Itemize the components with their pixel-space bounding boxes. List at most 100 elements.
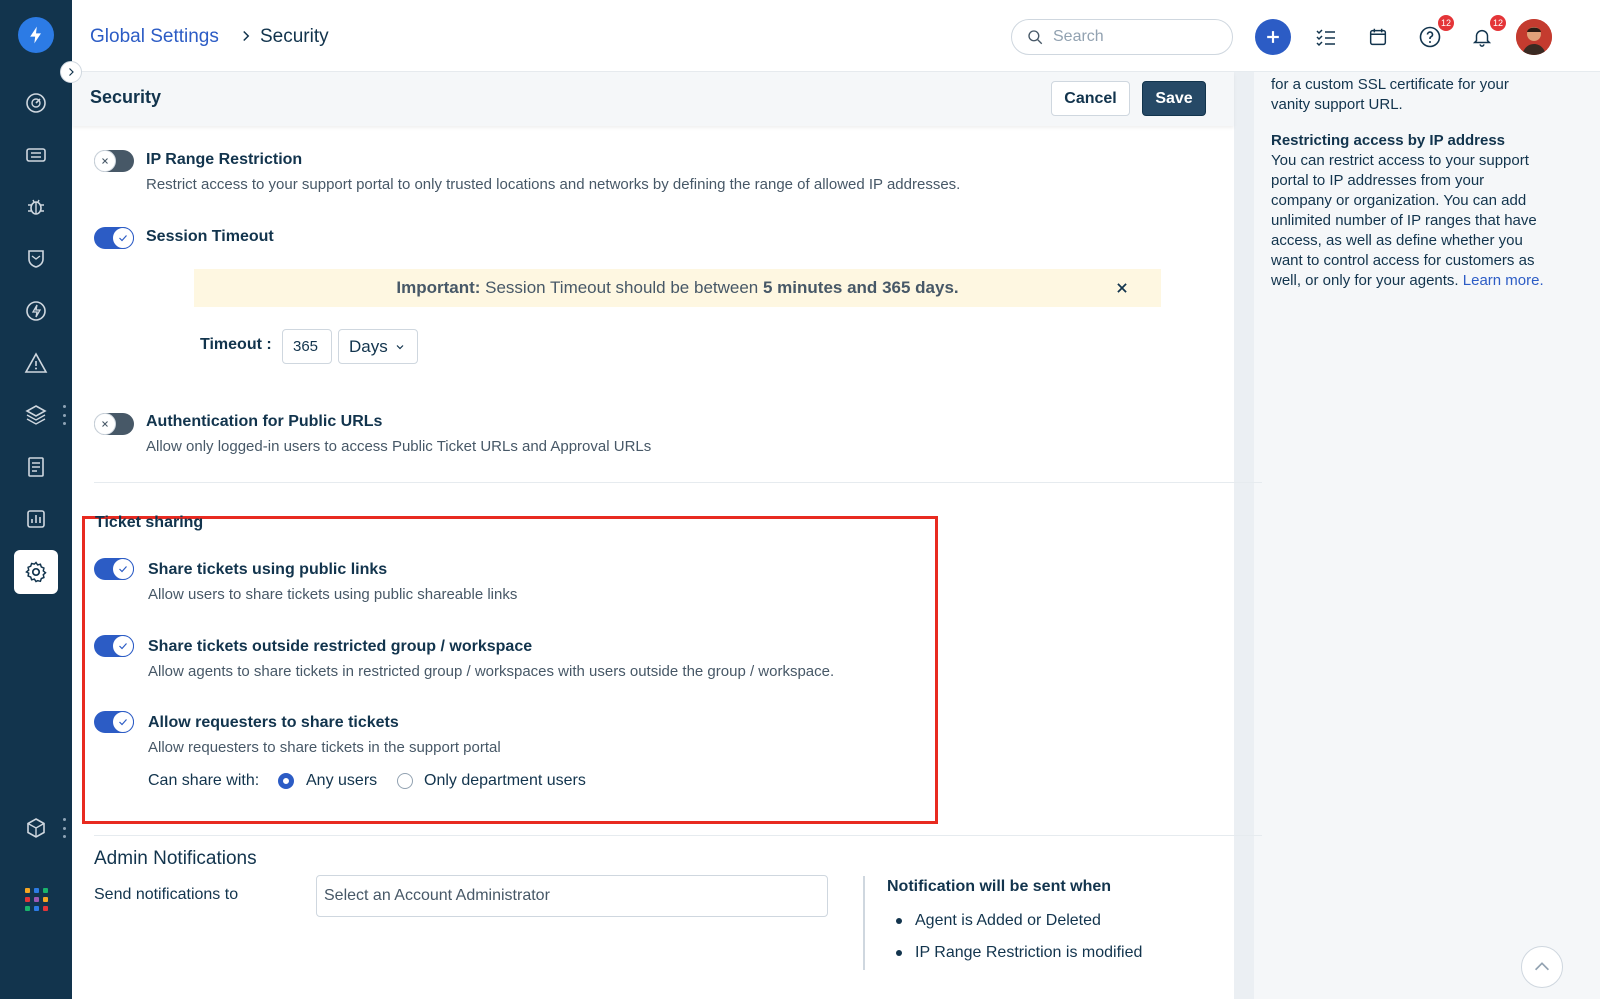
save-button[interactable]: Save — [1142, 81, 1206, 116]
ip-range-title: IP Range Restriction — [146, 151, 303, 168]
help-line: company or organization. You can add — [1271, 192, 1527, 209]
search-input[interactable]: Search — [1011, 19, 1233, 55]
top-bar: Global Settings Security Search 12 12 — [72, 0, 1600, 72]
releases-icon[interactable] — [14, 289, 58, 333]
help-line: unlimited number of IP ranges that have — [1271, 212, 1537, 229]
problems-bug-icon[interactable] — [14, 185, 58, 229]
ticket-sharing-heading: Ticket sharing — [95, 514, 204, 531]
settings-main: Security Cancel Save IP Range Restrictio… — [72, 72, 1262, 999]
pane-divider — [1234, 72, 1254, 999]
share-public-links-title: Share tickets using public links — [148, 561, 388, 578]
session-timeout-alert: Important: Session Timeout should be bet… — [194, 269, 1161, 307]
can-share-label: Can share with: — [148, 772, 260, 789]
notification-event-text: IP Range Restriction is modified — [915, 944, 1143, 961]
help-badge: 12 — [1438, 15, 1454, 31]
notification-event-item: IP Range Restriction is modified — [896, 944, 1142, 962]
sub-header: Security Cancel Save — [72, 72, 1234, 126]
breadcrumb-current: Security — [260, 26, 329, 47]
radio-any-users-label[interactable]: Any users — [306, 772, 377, 790]
notifications-badge: 12 — [1490, 15, 1506, 31]
cancel-button[interactable]: Cancel — [1051, 81, 1130, 116]
calendar-icon[interactable] — [1360, 19, 1396, 55]
more-apps-icon[interactable] — [62, 818, 66, 838]
chevron-up-icon — [1534, 962, 1550, 971]
more-options-icon[interactable] — [62, 405, 66, 425]
product-switcher-icon[interactable] — [25, 888, 48, 911]
session-timeout-toggle[interactable] — [94, 227, 134, 249]
sidebar — [0, 0, 72, 999]
requesters-share-toggle[interactable] — [94, 711, 134, 733]
help-line: for a custom SSL certificate for your — [1271, 76, 1509, 93]
alert-max: 365 days. — [882, 278, 959, 297]
help-line: You can restrict access to your support — [1271, 152, 1529, 169]
close-alert-icon[interactable] — [1113, 279, 1131, 297]
help-line-last: well, or only for your agents. Learn mor… — [1271, 271, 1571, 291]
radio-department-users[interactable] — [397, 773, 413, 789]
help-line: want to control access for customers as — [1271, 252, 1535, 269]
tickets-icon[interactable] — [14, 133, 58, 177]
toggle-check-icon — [112, 711, 134, 733]
alerts-warning-icon[interactable] — [14, 341, 58, 385]
share-public-links-toggle[interactable] — [94, 558, 134, 580]
send-notifications-label: Send notifications to — [94, 886, 239, 903]
share-outside-group-toggle[interactable] — [94, 635, 134, 657]
notification-event-item: Agent is Added or Deleted — [896, 912, 1101, 930]
solutions-book-icon[interactable] — [14, 445, 58, 489]
admin-settings-gear-icon[interactable] — [14, 550, 58, 594]
auth-public-urls-desc: Allow only logged-in users to access Pub… — [146, 438, 652, 455]
help-line: access, as well as define whether you — [1271, 232, 1523, 249]
changes-shield-icon[interactable] — [14, 237, 58, 281]
share-outside-group-title: Share tickets outside restricted group /… — [148, 638, 533, 655]
timeout-value-input[interactable]: 365 — [282, 329, 332, 364]
chevron-down-icon — [396, 344, 404, 349]
timeout-unit-select[interactable]: Days — [338, 329, 418, 364]
alert-text: Session Timeout should be between — [485, 278, 759, 297]
breadcrumb-chevron-icon — [237, 27, 255, 45]
timeout-label: Timeout : — [200, 336, 272, 353]
share-outside-group-desc: Allow agents to share tickets in restric… — [148, 663, 835, 680]
dashboard-icon[interactable] — [14, 81, 58, 125]
scroll-to-top-button[interactable] — [1521, 946, 1563, 988]
page-title: Security — [90, 87, 162, 107]
help-line-text: well, or only for your agents. — [1271, 272, 1459, 289]
notifications-bell-icon[interactable]: 12 — [1464, 15, 1506, 55]
add-new-button[interactable] — [1255, 19, 1291, 55]
share-public-links-desc: Allow users to share tickets using publi… — [148, 586, 518, 603]
section-divider — [94, 482, 1262, 483]
timeout-unit-value: Days — [349, 336, 388, 356]
auth-public-urls-toggle[interactable] — [94, 413, 134, 435]
account-admin-select[interactable]: Select an Account Administrator — [316, 875, 828, 917]
alert-prefix: Important: — [396, 278, 481, 297]
help-panel-ip-section: Restricting access by IP address You can… — [1271, 131, 1571, 291]
alert-min: 5 minutes — [763, 278, 843, 297]
radio-department-users-label[interactable]: Only department users — [424, 772, 586, 790]
learn-more-link[interactable]: Learn more. — [1463, 272, 1544, 289]
notification-sent-when-title: Notification will be sent when — [887, 878, 1112, 895]
toggle-check-icon — [112, 558, 134, 580]
requesters-share-title: Allow requesters to share tickets — [148, 714, 399, 731]
alert-and: and — [847, 278, 878, 297]
help-question-icon[interactable]: 12 — [1412, 15, 1454, 55]
todo-checklist-icon[interactable] — [1308, 19, 1344, 55]
freshservice-logo-icon[interactable] — [18, 17, 54, 53]
help-line: vanity support URL. — [1271, 96, 1403, 113]
assets-layers-icon[interactable] — [14, 393, 58, 437]
alert-message: Important: Session Timeout should be bet… — [396, 278, 958, 298]
ip-range-toggle[interactable] — [94, 150, 134, 172]
radio-any-users[interactable] — [278, 773, 294, 789]
reports-chart-icon[interactable] — [14, 497, 58, 541]
help-panel-partial-text: for a custom SSL certificate for your va… — [1271, 75, 1571, 115]
section-divider — [94, 835, 1262, 836]
auth-public-urls-title: Authentication for Public URLs — [146, 413, 383, 430]
toggle-off-x-icon — [94, 150, 116, 172]
apps-box-icon[interactable] — [14, 806, 58, 850]
session-timeout-title: Session Timeout — [146, 228, 274, 245]
search-placeholder: Search — [1053, 28, 1104, 45]
help-line: portal to IP addresses from your — [1271, 172, 1485, 189]
user-avatar[interactable] — [1516, 19, 1552, 55]
toggle-check-icon — [112, 635, 134, 657]
expand-sidebar-icon[interactable] — [60, 61, 82, 83]
breadcrumb-global-settings[interactable]: Global Settings — [90, 26, 219, 48]
notification-event-text: Agent is Added or Deleted — [915, 912, 1101, 929]
toggle-check-icon — [112, 227, 134, 249]
